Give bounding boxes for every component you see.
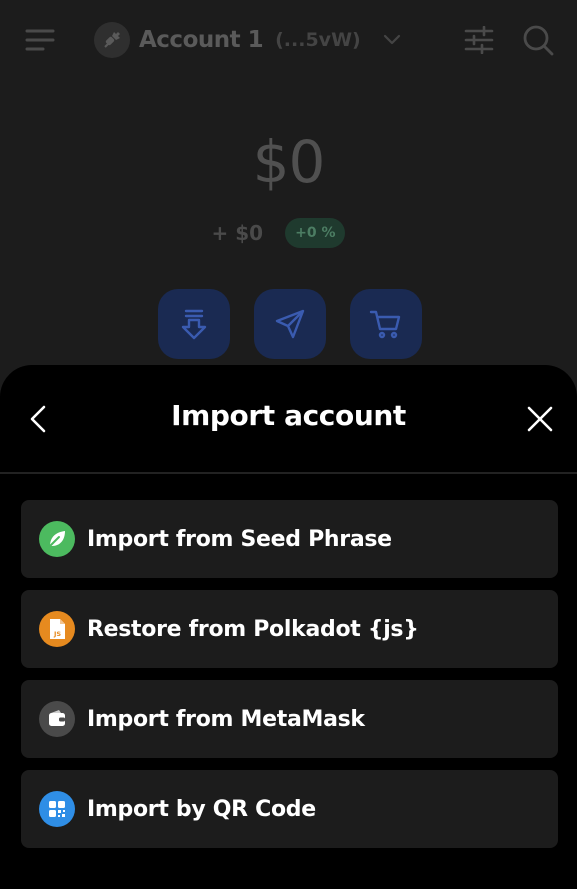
change-percent-badge: +0 % <box>285 218 346 248</box>
option-label: Import by QR Code <box>87 796 316 822</box>
close-button[interactable] <box>524 403 556 435</box>
svg-text:JS: JS <box>53 630 61 638</box>
divider <box>0 472 577 474</box>
import-seed-phrase-option[interactable]: Import from Seed Phrase <box>21 500 558 578</box>
restore-polkadot-js-option[interactable]: JS Restore from Polkadot {js} <box>21 590 558 668</box>
account-selector[interactable]: Account 1 (...5vW) <box>94 22 401 58</box>
change-value: + $0 <box>211 221 264 245</box>
plug-icon <box>94 22 130 58</box>
import-account-sheet: Import account Import from Seed Phrase J… <box>0 365 577 889</box>
menu-icon[interactable] <box>24 24 56 56</box>
import-qr-code-option[interactable]: Import by QR Code <box>21 770 558 848</box>
leaf-icon <box>39 521 75 557</box>
option-label: Import from MetaMask <box>87 706 365 732</box>
wallet-actions <box>158 289 446 359</box>
balance-change: + $0 +0 % <box>0 218 577 248</box>
account-name: Account 1 <box>139 27 264 53</box>
option-label: Import from Seed Phrase <box>87 526 392 552</box>
import-metamask-option[interactable]: Import from MetaMask <box>21 680 558 758</box>
search-icon[interactable] <box>520 22 556 58</box>
receive-icon <box>181 309 207 340</box>
total-balance: $0 <box>252 128 326 196</box>
send-icon <box>275 309 305 339</box>
buy-icon <box>369 310 401 339</box>
sheet-title: Import account <box>171 399 406 432</box>
top-bar: Account 1 (...5vW) <box>0 0 577 80</box>
qr-code-icon <box>39 791 75 827</box>
buy-button[interactable] <box>350 289 422 359</box>
sliders-icon[interactable] <box>462 24 496 56</box>
js-file-icon: JS <box>39 611 75 647</box>
receive-button[interactable] <box>158 289 230 359</box>
import-options: Import from Seed Phrase JS Restore from … <box>21 500 558 860</box>
chevron-down-icon <box>383 34 401 46</box>
wallet-icon <box>39 701 75 737</box>
send-button[interactable] <box>254 289 326 359</box>
close-icon <box>527 406 553 432</box>
account-address: (...5vW) <box>275 29 361 51</box>
sheet-header: Import account <box>0 365 577 473</box>
option-label: Restore from Polkadot {js} <box>87 616 419 642</box>
